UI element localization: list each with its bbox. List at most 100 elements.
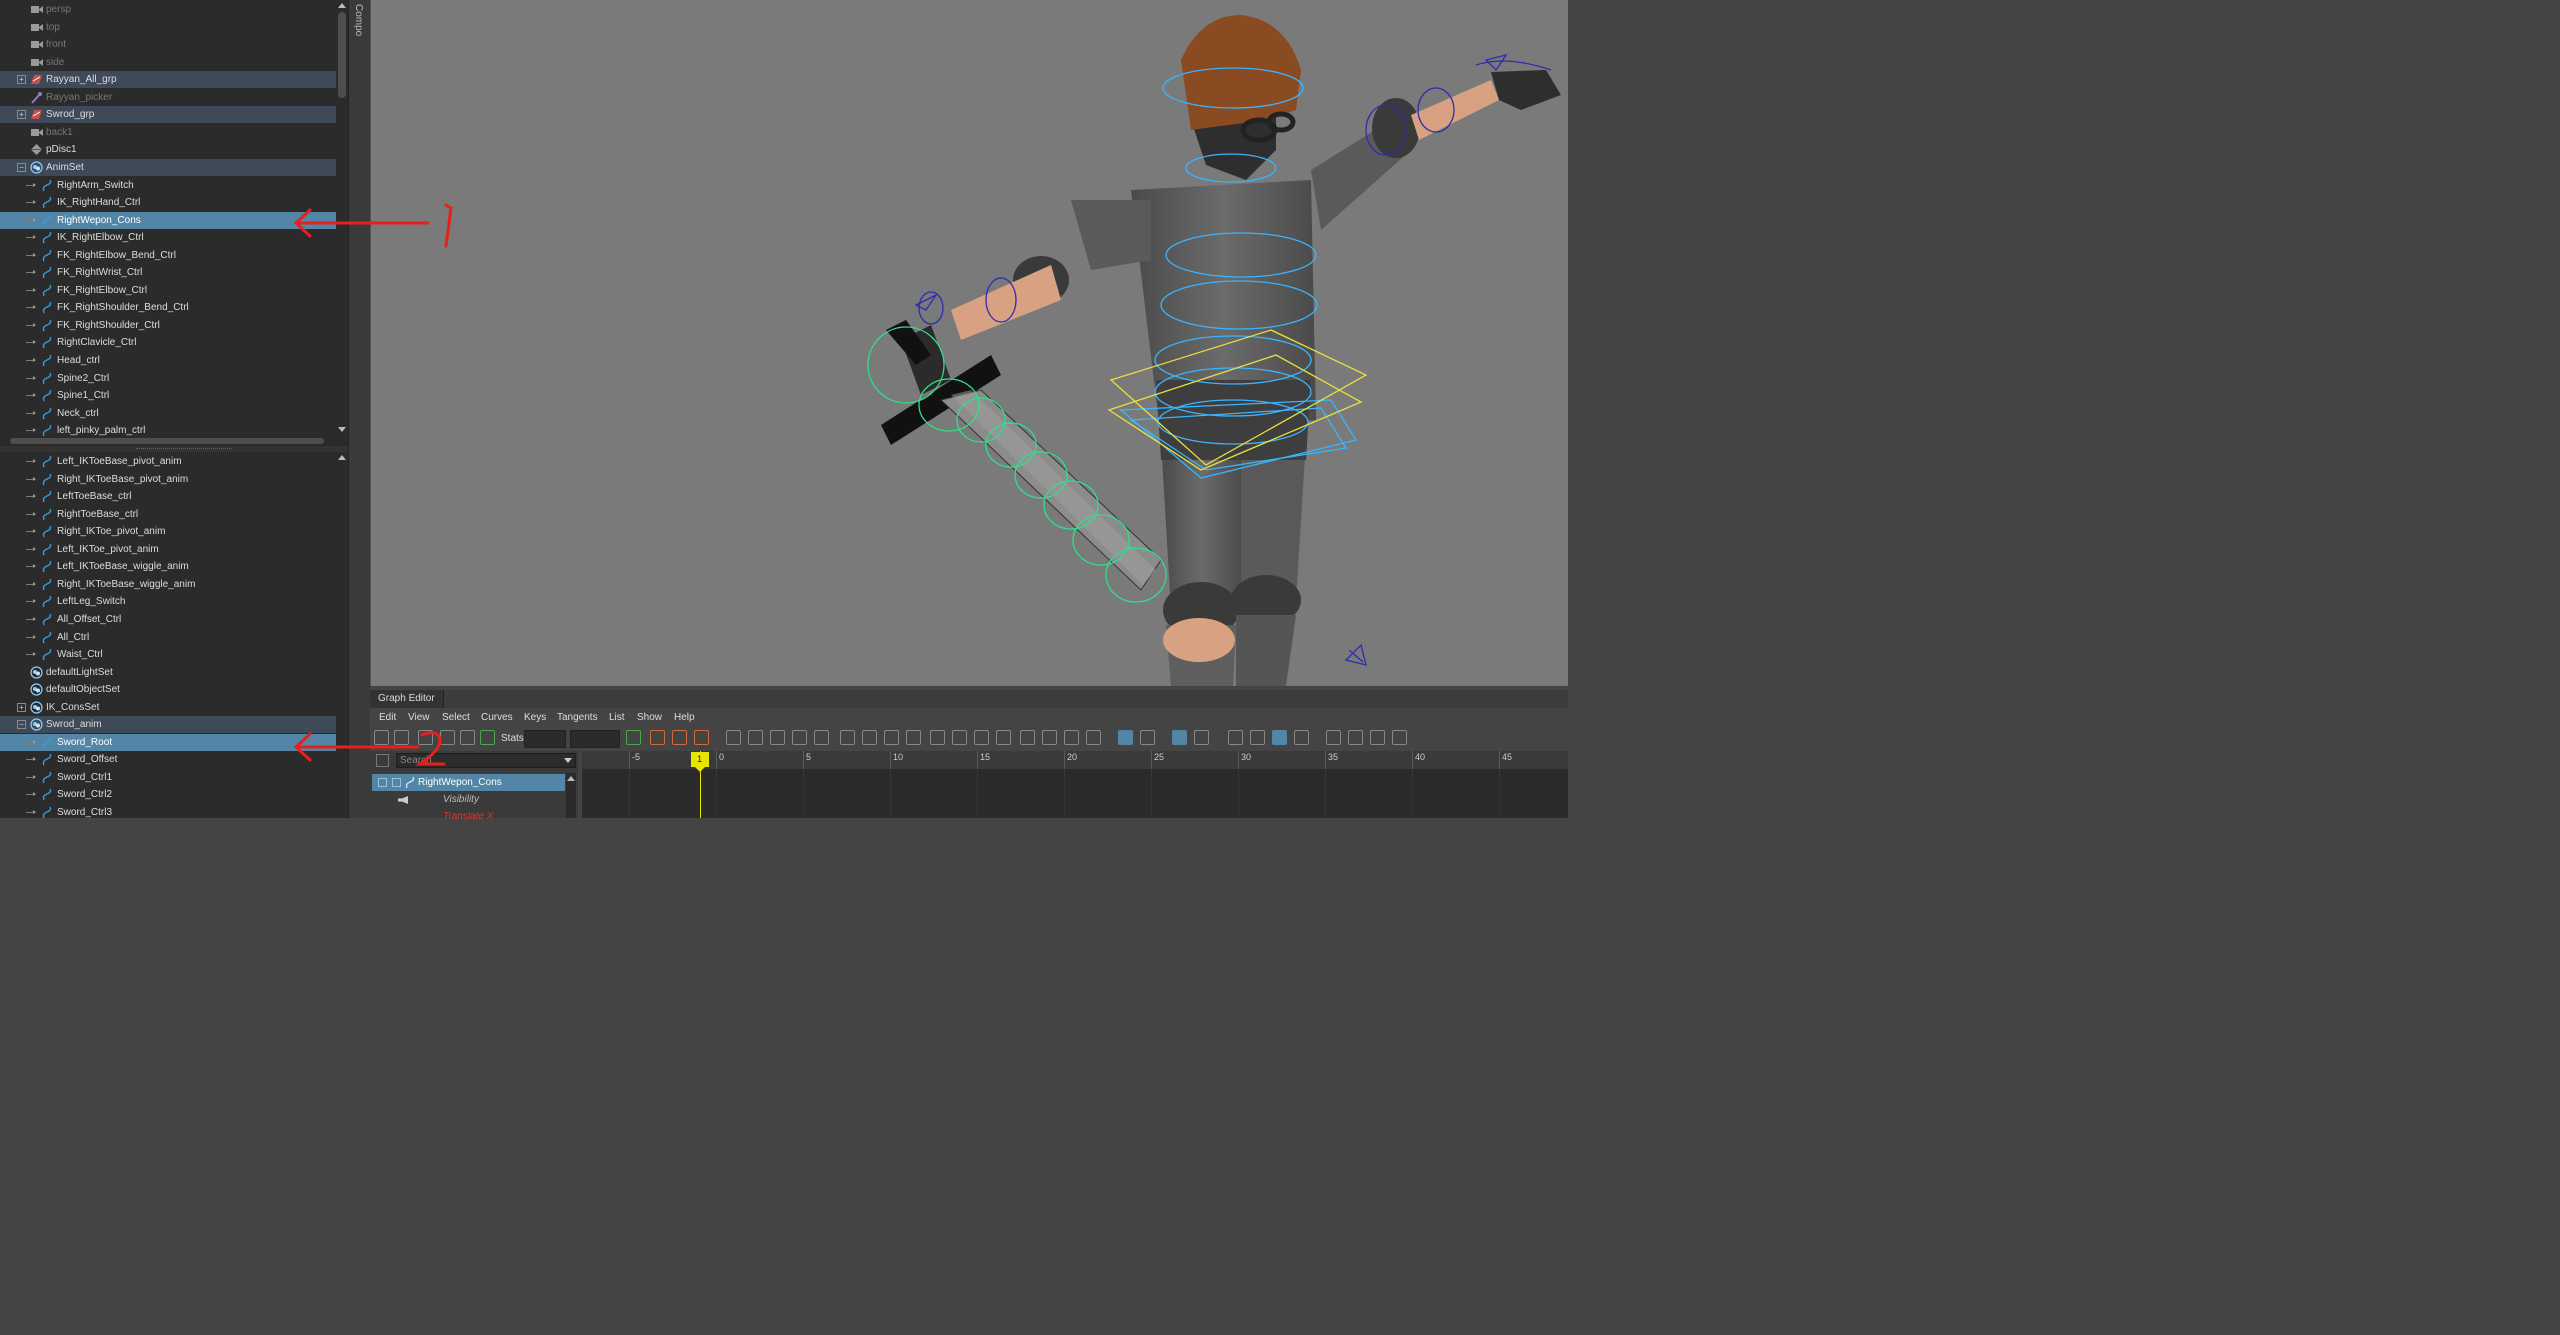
collapse-icon[interactable]: −: [17, 720, 26, 730]
channel-translate-x[interactable]: Translate X: [443, 811, 493, 822]
current-frame-marker[interactable]: 1: [690, 752, 709, 772]
outliner-item[interactable]: Spine1_Ctrl: [0, 387, 336, 404]
menu-tangents[interactable]: Tangents: [557, 710, 598, 726]
outliner-item[interactable]: left_pinky_palm_ctrl: [0, 422, 336, 436]
channel-visibility[interactable]: Visibility: [443, 794, 479, 805]
curve-smooth-icon[interactable]: [1348, 730, 1363, 745]
infinity-cycle-icon[interactable]: [1194, 730, 1209, 745]
outliner-item[interactable]: RightWepon_Cons: [0, 211, 336, 229]
outliner-item[interactable]: Sword_Offset: [0, 751, 336, 768]
stats-time-field[interactable]: [524, 730, 566, 748]
outliner-item[interactable]: Right_IKToeBase_pivot_anim: [0, 471, 336, 488]
outliner-item[interactable]: persp: [0, 1, 336, 18]
outliner-item[interactable]: Left_IKToeBase_pivot_anim: [0, 453, 336, 470]
splitter-grip[interactable]: [136, 448, 232, 450]
region-tool-icon[interactable]: [440, 730, 455, 745]
side-tab-label[interactable]: Compo: [353, 4, 364, 36]
outliner-item[interactable]: Sword_Ctrl1: [0, 769, 336, 786]
buffer-curve-icon[interactable]: [884, 730, 899, 745]
normalize-icon[interactable]: [1086, 730, 1101, 745]
step-icon[interactable]: [626, 730, 641, 745]
linear-tangent-icon[interactable]: [792, 730, 807, 745]
outliner-item[interactable]: Sword_Ctrl2: [0, 786, 336, 803]
post-infinity-icon[interactable]: [1250, 730, 1265, 745]
menu-select[interactable]: Select: [442, 710, 470, 726]
scroll-up-icon[interactable]: [338, 3, 346, 8]
auto-tangent-icon[interactable]: [726, 730, 741, 745]
flat-tangent-icon[interactable]: [814, 730, 829, 745]
outliner-item[interactable]: FK_RightWrist_Ctrl: [0, 264, 336, 281]
step-tangent-icon[interactable]: [840, 730, 855, 745]
value-snap-icon[interactable]: [1064, 730, 1079, 745]
outliner-item[interactable]: Sword_Root: [0, 733, 336, 751]
stacked-view-icon[interactable]: [1172, 730, 1187, 745]
break-tangent-icon[interactable]: [930, 730, 945, 745]
menu-list[interactable]: List: [609, 710, 625, 726]
frame-all-icon[interactable]: [650, 730, 665, 745]
outliner-item[interactable]: FK_RightShoulder_Bend_Ctrl: [0, 299, 336, 316]
clamped-tangent-icon[interactable]: [770, 730, 785, 745]
outliner-item[interactable]: Waist_Ctrl: [0, 646, 336, 663]
outliner-top-vscroll[interactable]: [336, 0, 348, 436]
outliner-hscroll-thumb[interactable]: [10, 438, 324, 444]
outliner-top-vscroll-thumb[interactable]: [338, 12, 346, 98]
time-snap-icon[interactable]: [1042, 730, 1057, 745]
outliner-item[interactable]: Left_IKToe_pivot_anim: [0, 541, 336, 558]
scroll-down-icon[interactable]: [338, 427, 346, 432]
chevron-down-icon[interactable]: [564, 758, 572, 763]
outliner-bottom-vscroll[interactable]: [336, 452, 348, 818]
curve-euler-filter-icon[interactable]: [1392, 730, 1407, 745]
curve-sculpt-icon[interactable]: [1326, 730, 1341, 745]
free-tangent-weight-icon[interactable]: [974, 730, 989, 745]
graph-time-ruler[interactable]: -5 0 5 10 15 20 25 30 35 40 45: [582, 751, 1568, 769]
insert-key-tool-icon[interactable]: [394, 730, 409, 745]
outliner-item[interactable]: + Rayyan_All_grp: [0, 71, 336, 89]
outliner-item[interactable]: Spine2_Ctrl: [0, 370, 336, 387]
spline-tangent-icon[interactable]: [748, 730, 763, 745]
graph-editor-title[interactable]: Graph Editor: [370, 690, 444, 708]
outliner-item[interactable]: Neck_ctrl: [0, 405, 336, 422]
outliner-item[interactable]: FK_RightElbow_Ctrl: [0, 282, 336, 299]
lattice-tool-icon[interactable]: [418, 730, 433, 745]
scroll-up-icon[interactable]: [338, 455, 346, 460]
expand-icon[interactable]: [392, 778, 401, 787]
menu-keys[interactable]: Keys: [524, 710, 546, 726]
graph-search-input[interactable]: Search: [396, 753, 576, 768]
outliner-item[interactable]: pDisc1: [0, 141, 336, 158]
filter-icon[interactable]: [376, 754, 389, 767]
3d-viewport[interactable]: [370, 0, 1568, 686]
plateau-tangent-icon[interactable]: [862, 730, 877, 745]
outliner-item[interactable]: FK_RightShoulder_Ctrl: [0, 317, 336, 334]
pre-infinity-icon[interactable]: [1228, 730, 1243, 745]
outliner-item[interactable]: Sword_Ctrl3: [0, 804, 336, 818]
stats-value-field[interactable]: [570, 730, 620, 748]
lock-tangent-weight-icon[interactable]: [996, 730, 1011, 745]
menu-help[interactable]: Help: [674, 710, 695, 726]
isolate-curve-icon[interactable]: [1140, 730, 1155, 745]
outliner-item[interactable]: IK_RightElbow_Ctrl: [0, 229, 336, 246]
outliner-item[interactable]: Head_ctrl: [0, 352, 336, 369]
outliner-item[interactable]: All_Ctrl: [0, 629, 336, 646]
retime-tool-icon[interactable]: [460, 730, 475, 745]
key-stats-icon[interactable]: [1020, 730, 1035, 745]
expand-icon[interactable]: +: [17, 702, 26, 712]
outliner-item[interactable]: back1: [0, 124, 336, 141]
unify-tangent-icon[interactable]: [952, 730, 967, 745]
outliner-item[interactable]: front: [0, 36, 336, 53]
outliner-item[interactable]: top: [0, 19, 336, 36]
outliner-item[interactable]: IK_RightHand_Ctrl: [0, 194, 336, 211]
outliner-item[interactable]: Right_IKToe_pivot_anim: [0, 523, 336, 540]
outliner-item[interactable]: Right_IKToeBase_wiggle_anim: [0, 576, 336, 593]
play-icon[interactable]: [480, 730, 495, 745]
outliner-item[interactable]: + Swrod_grp: [0, 106, 336, 124]
graph-outliner-vscroll[interactable]: [566, 773, 576, 818]
graph-outliner-selected-node[interactable]: RightWepon_Cons: [372, 774, 565, 791]
frame-playback-icon[interactable]: [694, 730, 709, 745]
collapse-icon[interactable]: −: [17, 162, 26, 172]
menu-edit[interactable]: Edit: [379, 710, 396, 726]
curve-simplify-icon[interactable]: [1370, 730, 1385, 745]
swap-buffer-icon[interactable]: [906, 730, 921, 745]
tangent-display-icon[interactable]: [1294, 730, 1309, 745]
outliner-item[interactable]: Left_IKToeBase_wiggle_anim: [0, 558, 336, 575]
menu-view[interactable]: View: [408, 710, 430, 726]
